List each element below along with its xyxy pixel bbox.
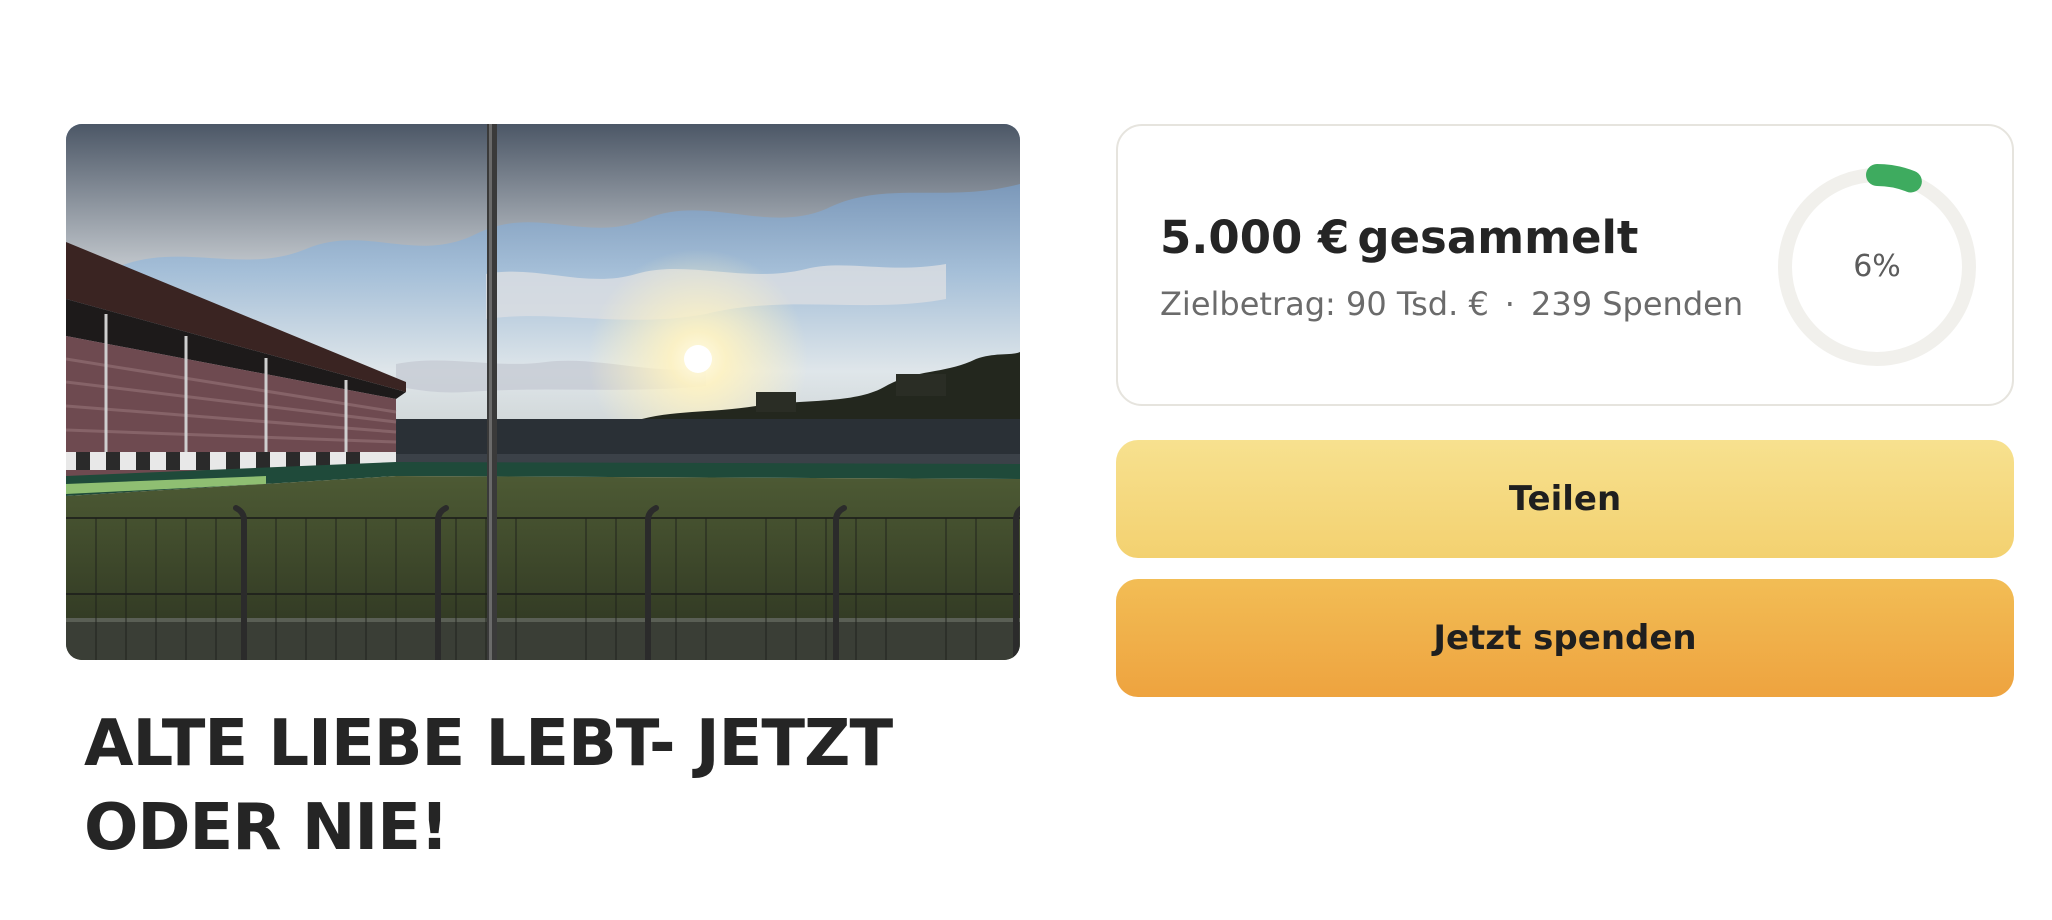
goal-amount: Zielbetrag: 90 Tsd. € <box>1160 285 1489 323</box>
campaign-meta: Zielbetrag: 90 Tsd. € · 239 Spenden <box>1160 282 1743 326</box>
progress-percent: 6% <box>1853 249 1901 284</box>
campaign-image <box>66 124 1020 660</box>
raised-amount: 5.000 € <box>1160 211 1350 264</box>
share-button[interactable]: Teilen <box>1116 440 2014 558</box>
donation-progress-card: 5.000 € gesammelt Zielbetrag: 90 Tsd. € · 2… <box>1116 124 2014 406</box>
meta-separator: · <box>1504 285 1515 323</box>
campaign-title: ALTE LIEBE LEBT- JETZT ODER NIE! <box>84 707 893 865</box>
raised-label: gesammelt <box>1357 211 1639 264</box>
progress-ring: 6% <box>1774 164 1980 370</box>
donate-button[interactable]: Jetzt spenden <box>1116 579 2014 697</box>
donation-count: 239 Spenden <box>1530 285 1744 323</box>
raised-summary: 5.000 € gesammelt <box>1160 210 1638 266</box>
